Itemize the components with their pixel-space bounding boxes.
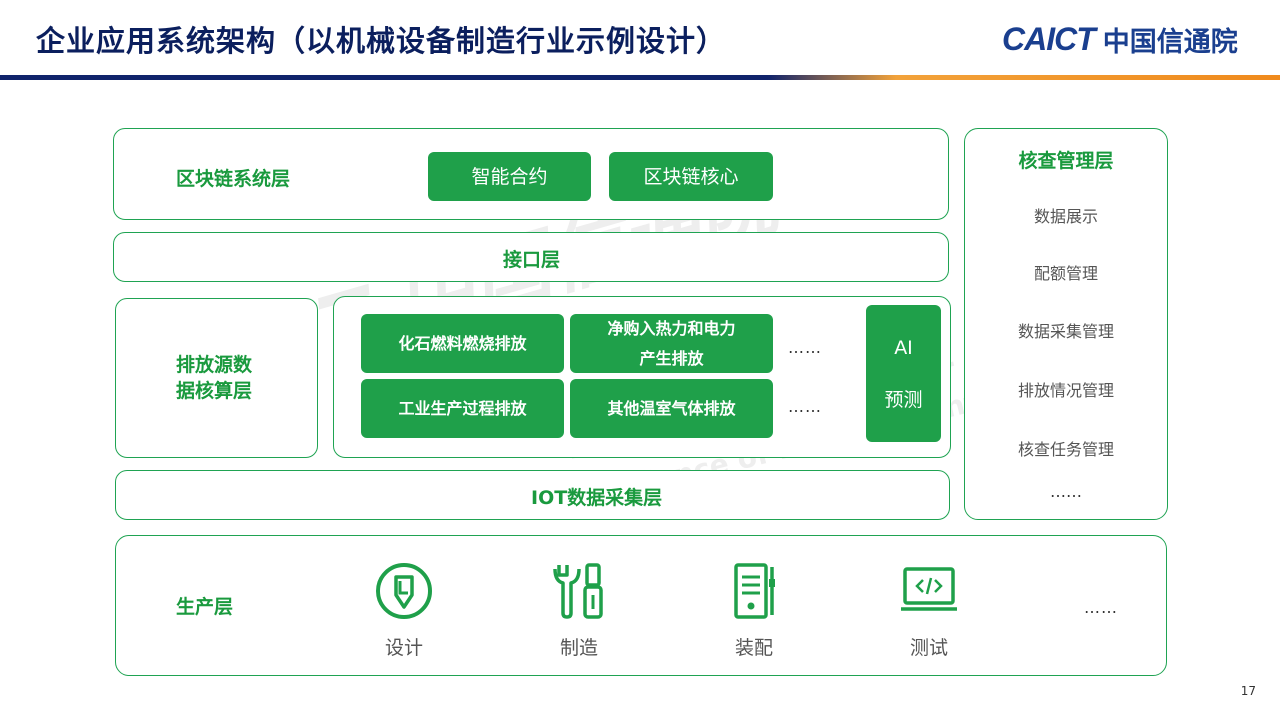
blockchain-layer-label: 区块链系统层 — [176, 168, 291, 190]
emission-more-bottom: …… — [788, 397, 822, 416]
production-label-assembly: 装配 — [734, 637, 773, 659]
production-item-testing: 测试 — [869, 561, 989, 660]
ai-line1: AI — [894, 336, 913, 359]
production-item-assembly: 装配 — [694, 561, 814, 660]
audit-item-data-collection-management: 数据采集管理 — [1017, 322, 1114, 341]
audit-layer-title: 核查管理层 — [1018, 150, 1114, 172]
purchased-heat-line2: 产生排放 — [639, 348, 704, 368]
blockchain-core-block: 区块链核心 — [609, 152, 773, 201]
header-divider — [0, 75, 1280, 80]
emission-layer-label: 排放源数 据核算层 — [176, 352, 252, 404]
caict-logo: CAICT 中国信通院 — [1002, 20, 1238, 59]
production-layer-box — [115, 535, 1167, 676]
production-label-testing: 测试 — [909, 637, 948, 659]
wrench-screwdriver-icon — [553, 563, 603, 619]
document-list-icon — [734, 563, 775, 619]
iot-layer-label: IOT数据采集层 — [531, 487, 663, 509]
pen-badge-icon — [376, 563, 432, 619]
audit-item-more: …… — [1050, 482, 1082, 501]
production-layer-label: 生产层 — [176, 596, 234, 618]
ai-prediction-block: AI 预测 — [866, 305, 941, 442]
production-item-manufacture: 制造 — [519, 561, 639, 660]
logo-name: 中国信通院 — [1102, 27, 1238, 58]
code-monitor-icon — [901, 567, 957, 611]
audit-item-data-display: 数据展示 — [1033, 207, 1098, 226]
page-title: 企业应用系统架构（以机械设备制造行业示例设计） — [36, 24, 727, 58]
fossil-fuel-emission-block: 化石燃料燃烧排放 — [361, 314, 564, 373]
interface-layer-label: 接口层 — [503, 249, 561, 271]
audit-item-emission-management: 排放情况管理 — [1017, 381, 1114, 400]
smart-contract-block: 智能合约 — [428, 152, 591, 201]
other-ghg-emission-block: 其他温室气体排放 — [570, 379, 773, 438]
emission-label-line1: 排放源数 — [176, 354, 253, 376]
ai-line2: 预测 — [884, 388, 923, 411]
production-label-manufacture: 制造 — [559, 637, 598, 659]
purchased-heat-line1: 净购入热力和电力 — [607, 318, 736, 338]
emission-more-top: …… — [788, 338, 822, 357]
logo-abbreviation: CAICT — [1002, 21, 1096, 57]
industrial-process-emission-block: 工业生产过程排放 — [361, 379, 564, 438]
production-item-design: 设计 — [344, 561, 464, 660]
emission-label-line2: 据核算层 — [176, 380, 253, 402]
audit-item-task-management: 核查任务管理 — [1017, 440, 1114, 459]
production-label-design: 设计 — [384, 637, 423, 659]
audit-item-quota-management: 配额管理 — [1033, 264, 1098, 283]
page-number: 17 — [1240, 684, 1256, 698]
purchased-heat-power-emission-block: 净购入热力和电力 产生排放 — [570, 314, 773, 373]
production-more: …… — [1084, 598, 1118, 617]
